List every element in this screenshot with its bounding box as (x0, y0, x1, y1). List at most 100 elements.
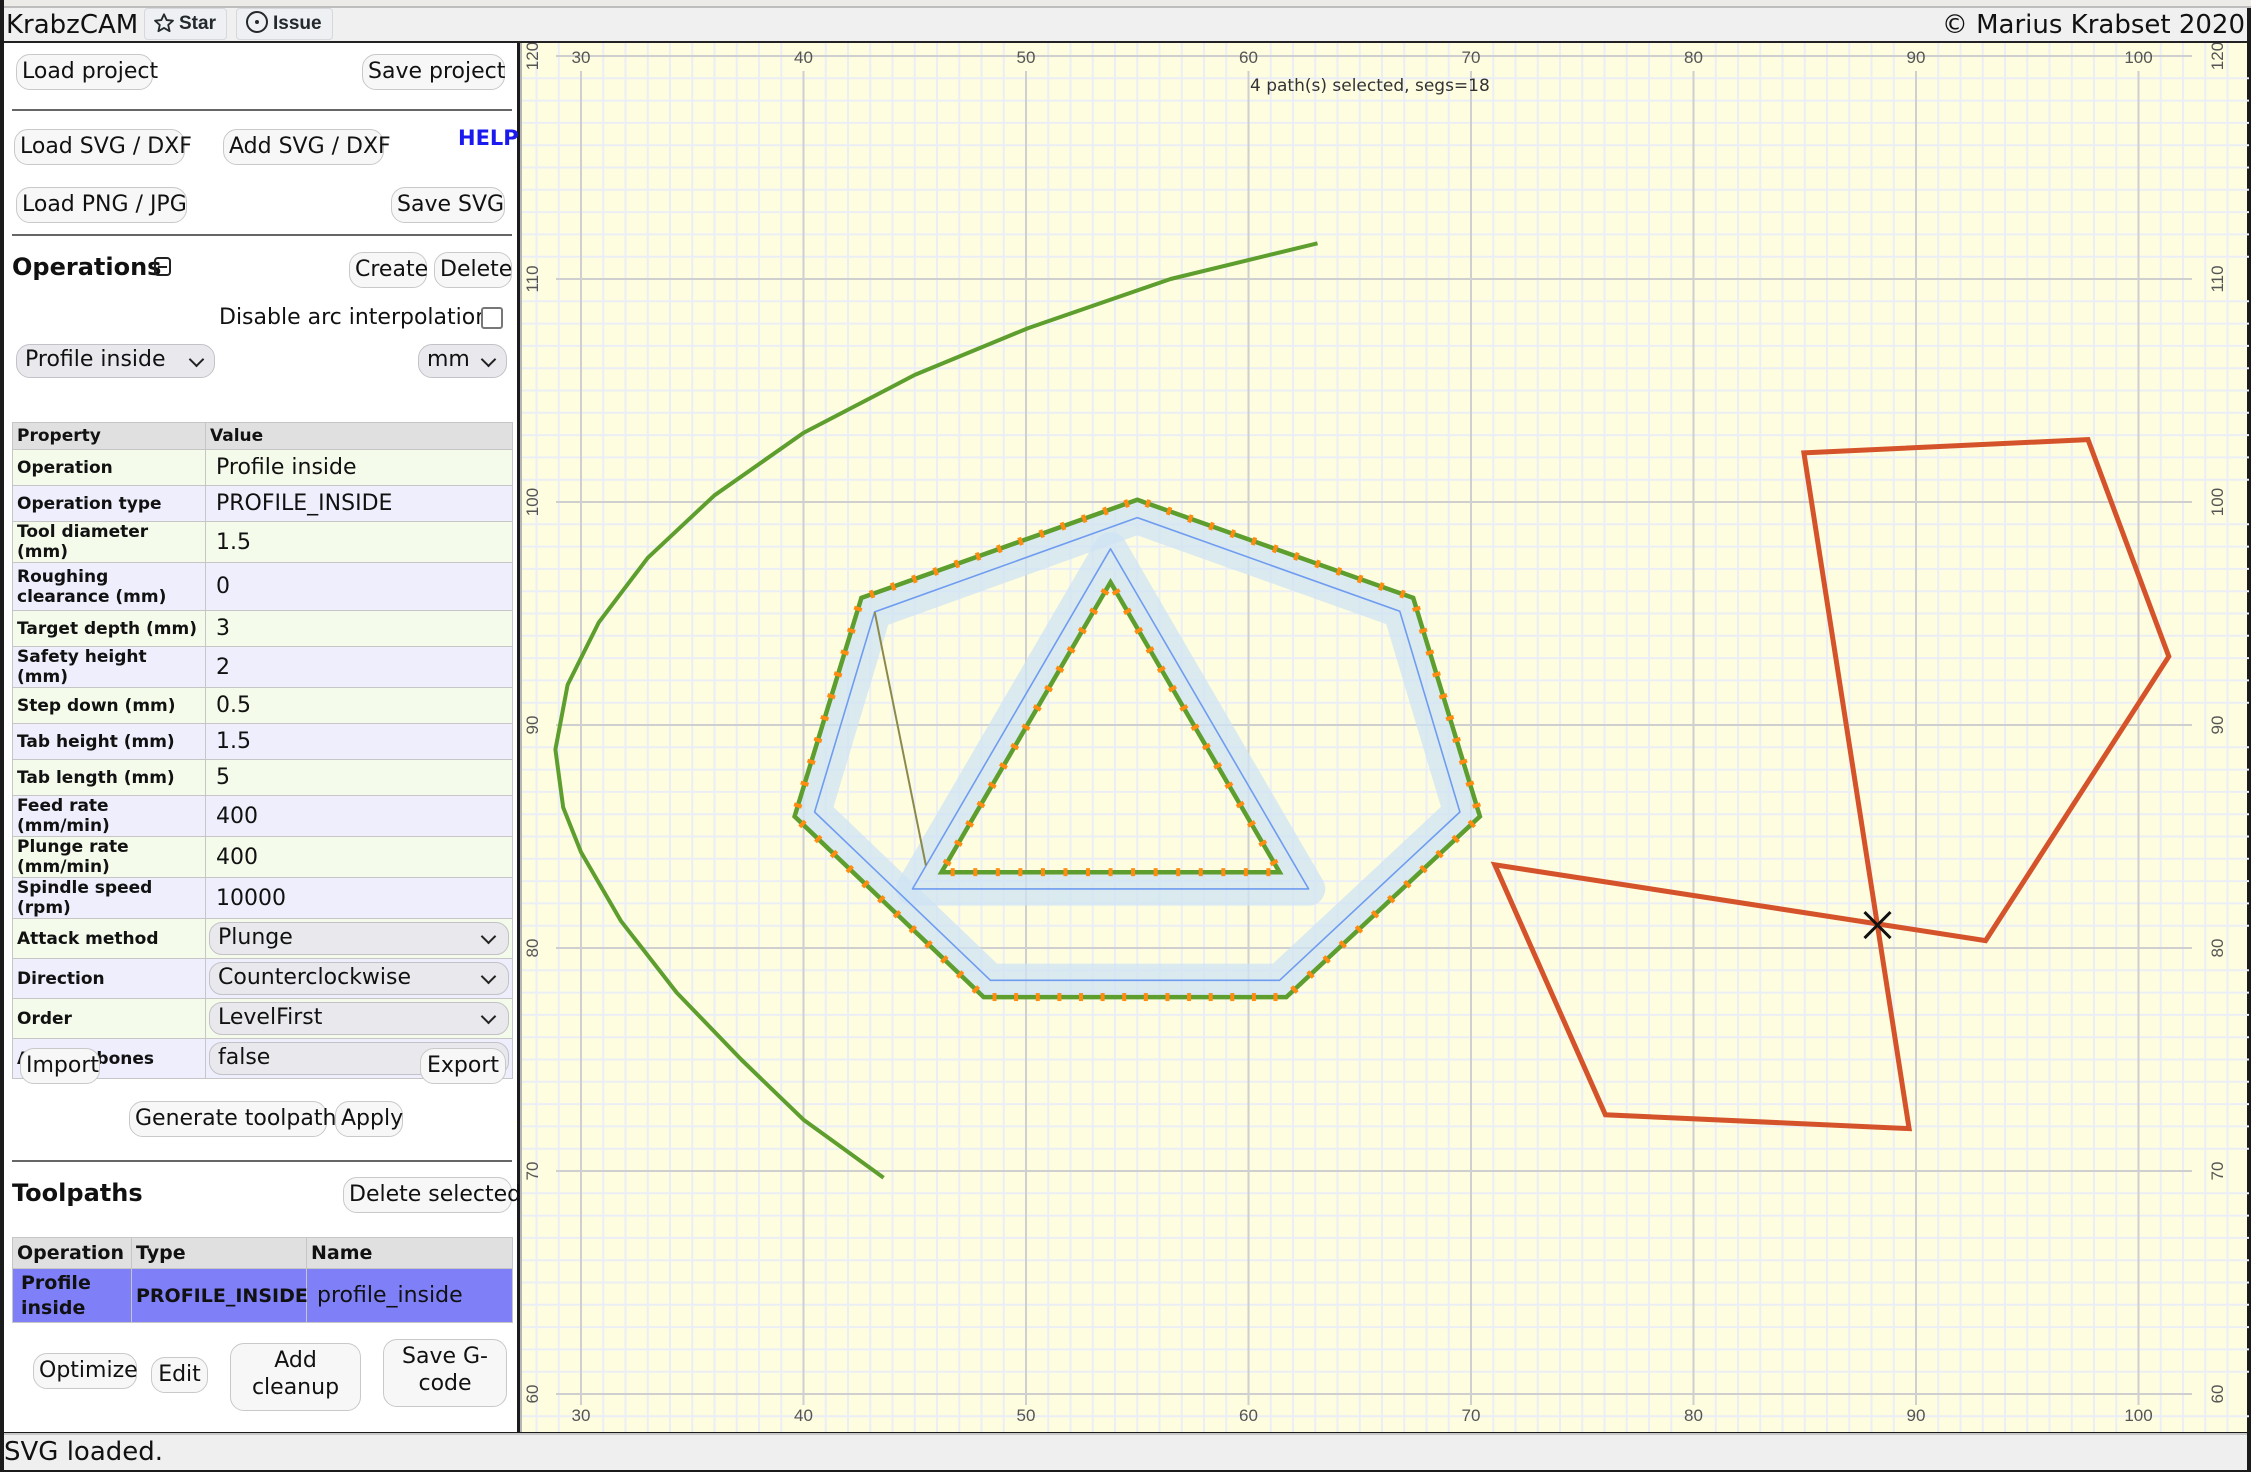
tool-diameter-input[interactable]: 1.5 (205, 521, 513, 563)
traverse-line (873, 611, 927, 866)
status-text: SVG loaded. (4, 1437, 164, 1467)
tab-length-input[interactable]: 5 (205, 759, 513, 796)
spindle-speed-input[interactable]: 10000 (205, 877, 513, 919)
star-icon (154, 13, 174, 33)
property-label: Target depth (mm) (12, 610, 206, 647)
property-label: Attack method (12, 918, 206, 959)
property-label: Step down (mm) (12, 687, 206, 724)
direction-mark (1465, 780, 1475, 787)
target-depth-input[interactable]: 3 (205, 610, 513, 647)
optimize-button[interactable]: Optimize (33, 1353, 138, 1389)
direction-mark (974, 551, 982, 561)
save-project-button[interactable]: Save project (362, 54, 505, 90)
chevron-down-icon (480, 928, 497, 945)
toolpath-row-selected[interactable]: Profile inside PROFILE_INSIDE profile_in… (12, 1268, 513, 1323)
operation-type-value: PROFILE_INSIDE (205, 485, 513, 522)
direction-mark (793, 802, 803, 809)
y-tick-label-right: 110 (2208, 265, 2227, 292)
operation-type-select[interactable]: Profile inside (16, 344, 215, 378)
x-tick-label-top: 60 (1239, 48, 1258, 67)
direction-mark (1378, 582, 1385, 592)
attack-method-select[interactable]: Plunge (209, 922, 509, 955)
table-row: Spindle speed (rpm) 10000 (12, 877, 513, 919)
load-png-jpg-button[interactable]: Load PNG / JPG (16, 187, 187, 223)
plunge-rate-input[interactable]: 400 (205, 836, 513, 878)
direction-mark (800, 780, 810, 787)
table-row: Direction Counterclockwise (12, 958, 513, 999)
collapse-icon[interactable] (154, 257, 171, 276)
direction-mark (1452, 736, 1461, 744)
property-label: Operation type (12, 485, 206, 522)
left-panel: Load project Save project Load SVG / DXF… (4, 43, 521, 1432)
direction-mark (953, 559, 961, 569)
github-issue-button[interactable]: Issue (236, 8, 333, 40)
drawing-canvas[interactable]: 30 30 40 40 50 50 60 60 70 70 80 80 90 90 100 100 60 60 70… (520, 43, 2249, 1432)
apply-button[interactable]: Apply (335, 1101, 403, 1137)
direction-mark (1208, 521, 1215, 531)
unit-select[interactable]: mm (418, 344, 507, 378)
direction-mark (1017, 536, 1024, 546)
add-cleanup-button[interactable]: Add cleanup (230, 1343, 361, 1411)
order-select[interactable]: LevelFirst (209, 1002, 509, 1035)
add-svg-dxf-button[interactable]: Add SVG / DXF (223, 129, 391, 165)
tab-height-input[interactable]: 1.5 (205, 723, 513, 760)
direction-mark (1335, 567, 1343, 576)
safety-height-input[interactable]: 2 (205, 646, 513, 688)
direction-mark (911, 574, 918, 584)
direction-mark (1445, 715, 1455, 722)
table-row: Step down (mm) 0.5 (12, 687, 513, 724)
delete-selected-button[interactable]: Delete selected (343, 1177, 521, 1213)
y-tick-label-right: 90 (2208, 716, 2227, 735)
operations-title: Operations (12, 253, 162, 281)
x-tick-label-top: 100 (2124, 48, 2152, 67)
direction-mark (826, 693, 836, 700)
delete-operation-button[interactable]: Delete (434, 252, 512, 288)
path-self-intersecting-polygon[interactable] (1490, 437, 2172, 1132)
direction-mark (1425, 649, 1435, 656)
feed-rate-input[interactable]: 400 (205, 795, 513, 837)
edit-button[interactable]: Edit (151, 1357, 208, 1393)
table-row: Attack method Plunge (12, 918, 513, 959)
minor-grid (522, 43, 2249, 1432)
create-operation-button[interactable]: Create (349, 252, 428, 288)
generate-toolpath-button[interactable]: Generate toolpath (129, 1101, 336, 1137)
plot-svg[interactable]: 30 30 40 40 50 50 60 60 70 70 80 80 90 90 100 100 60 60 70… (522, 43, 2249, 1432)
property-label: Operation (12, 449, 206, 486)
x-tick-label-bottom: 90 (1907, 1406, 1926, 1425)
property-label: Order (12, 998, 206, 1039)
axis-tick-labels: 30 30 40 40 50 50 60 60 70 70 80 80 90 90 100 100 60 60 70… (523, 43, 2227, 1425)
x-tick-label-bottom: 60 (1239, 1406, 1258, 1425)
roughing-clearance-input[interactable]: 0 (205, 562, 513, 611)
direction-mark (813, 736, 823, 744)
github-star-button[interactable]: Star (144, 8, 227, 40)
x-tick-label-bottom: 100 (2124, 1406, 2152, 1425)
step-down-input[interactable]: 0.5 (205, 687, 513, 724)
table-row: Plunge rate (mm/min) 400 (12, 836, 513, 878)
y-tick-label-left: 100 (523, 488, 542, 516)
divider (12, 1160, 512, 1162)
toolpath-name[interactable]: profile_inside (306, 1268, 513, 1323)
save-gcode-button[interactable]: Save G-code (383, 1339, 507, 1407)
direction-mark (1438, 693, 1448, 700)
direction-select[interactable]: Counterclockwise (209, 962, 509, 995)
help-link[interactable]: HELP (458, 126, 519, 150)
direction-mark (820, 715, 830, 722)
table-header-row: Operation Type Name (12, 1237, 513, 1269)
save-svg-button[interactable]: Save SVG (391, 187, 505, 223)
export-button[interactable]: Export (420, 1048, 506, 1084)
name-header: Name (306, 1237, 513, 1269)
chevron-down-icon (480, 968, 497, 985)
direction-mark (1472, 802, 1481, 809)
direction-mark (1165, 506, 1173, 516)
import-button[interactable]: Import (20, 1048, 100, 1084)
disable-arc-label: Disable arc interpolation (219, 305, 490, 330)
load-svg-dxf-button[interactable]: Load SVG / DXF (14, 129, 192, 165)
load-project-button[interactable]: Load project (16, 54, 158, 90)
copyright-text: © Marius Krabset 2020 (1941, 10, 2245, 40)
disable-arc-checkbox[interactable] (481, 307, 503, 329)
value-header: Value (205, 422, 513, 450)
x-tick-label-top: 30 (572, 48, 591, 67)
property-label: Direction (12, 958, 206, 999)
type-header: Type (131, 1237, 307, 1269)
operation-name-input[interactable]: Profile inside (205, 449, 513, 486)
